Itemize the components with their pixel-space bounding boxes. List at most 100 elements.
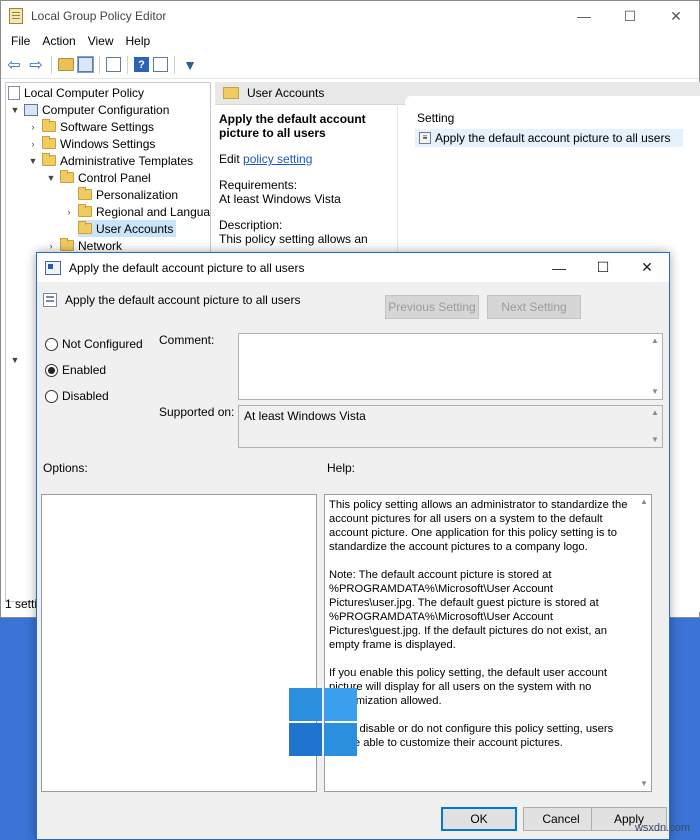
watermark: wsxdn.com [634, 822, 690, 834]
policy-dialog-icon [45, 260, 61, 275]
scroll-up-icon[interactable]: ▲ [648, 334, 662, 348]
dialog-maximize-button[interactable]: ☐ [581, 253, 625, 282]
filter-icon[interactable]: ▼ [181, 56, 199, 74]
requirements-block: Requirements: At least Windows Vista [219, 178, 341, 206]
status-bar-text: 1 setti [5, 597, 38, 611]
tree-item-regional-and-language[interactable]: › Regional and Languag [64, 203, 210, 220]
tree-item-user-accounts[interactable]: User Accounts [78, 220, 177, 237]
comment-label: Comment: [159, 333, 215, 347]
tree-item-control-panel[interactable]: ▼ Control Panel [46, 169, 151, 186]
windows-logo-icon [289, 688, 357, 756]
next-setting-button[interactable]: Next Setting [487, 295, 581, 319]
editor-titlebar: Local Group Policy Editor — ☐ ✕ [1, 1, 699, 31]
folder-icon [60, 170, 74, 183]
dialog-title: Apply the default account picture to all… [69, 260, 305, 275]
column-header-setting[interactable]: Setting [417, 111, 454, 125]
edit-policy-setting-link[interactable]: policy setting [243, 152, 312, 166]
scroll-down-icon[interactable]: ▼ [637, 777, 651, 791]
help-paragraph: If you disable or do not configure this … [329, 723, 614, 749]
tree-item-local-computer-policy[interactable]: Local Computer Policy [8, 84, 144, 101]
radio-circle[interactable] [45, 389, 58, 403]
help-panel: This policy setting allows an administra… [324, 494, 652, 792]
dialog-minimize-button[interactable]: — [537, 253, 581, 282]
folder-icon [60, 238, 74, 251]
folder-icon [78, 204, 92, 217]
menu-view[interactable]: View [82, 34, 120, 48]
chevron-right-icon[interactable]: › [28, 139, 38, 149]
supported-scrollbar[interactable]: ▲ ▼ [648, 406, 662, 447]
scroll-up-icon[interactable]: ▲ [637, 495, 651, 509]
radio-enabled[interactable]: Enabled [45, 363, 106, 377]
tree-item-user-configuration[interactable]: ▼ [10, 351, 24, 368]
extended-policy-title: Apply the default account picture to all… [219, 112, 366, 140]
chevron-down-icon[interactable]: ▼ [28, 156, 38, 166]
setting-row[interactable]: ≡ Apply the default account picture to a… [415, 129, 683, 147]
scroll-down-icon[interactable]: ▼ [648, 433, 662, 447]
ok-button[interactable]: OK [441, 807, 517, 831]
options-panel [41, 494, 317, 792]
show-hide-tree-icon[interactable] [77, 56, 94, 73]
menu-bar: File Action View Help [1, 31, 699, 51]
description-block: Description: This policy setting allows … [219, 218, 368, 246]
properties-icon[interactable] [153, 57, 168, 72]
chevron-right-icon[interactable]: › [28, 122, 38, 132]
policy-editor-app-icon [9, 8, 23, 24]
back-arrow-icon[interactable]: ⇦ [5, 56, 23, 74]
close-button[interactable]: ✕ [653, 1, 699, 31]
policy-setting-icon [43, 293, 57, 307]
maximize-button[interactable]: ☐ [607, 1, 653, 31]
chevron-down-icon[interactable]: ▼ [10, 105, 20, 115]
help-paragraph: This policy setting allows an administra… [329, 499, 628, 553]
help-paragraph: Note: The default account picture is sto… [329, 569, 607, 651]
menu-file[interactable]: File [5, 34, 36, 48]
computer-icon [24, 103, 38, 116]
folder-icon [78, 187, 92, 200]
tree-item-administrative-templates[interactable]: ▼ Administrative Templates [28, 152, 193, 169]
up-folder-icon[interactable] [58, 58, 74, 71]
radio-disabled[interactable]: Disabled [45, 389, 109, 403]
policy-document-icon [8, 85, 20, 100]
help-icon[interactable]: ? [134, 57, 149, 72]
chevron-right-icon[interactable]: › [46, 241, 56, 251]
tree-item-personalization[interactable]: Personalization [78, 186, 178, 203]
radio-not-configured[interactable]: Not Configured [45, 337, 143, 351]
folder-icon [42, 119, 56, 132]
tree-item-computer-configuration[interactable]: ▼ Computer Configuration [10, 101, 170, 118]
scroll-down-icon[interactable]: ▼ [648, 385, 662, 399]
help-label: Help: [327, 461, 356, 475]
dialog-subtitle: Apply the default account picture to all… [65, 293, 301, 307]
forward-arrow-icon[interactable]: ⇨ [27, 56, 45, 74]
dialog-close-button[interactable]: ✕ [625, 253, 669, 282]
radio-circle-selected[interactable] [45, 363, 58, 377]
policy-setting-icon: ≡ [419, 132, 431, 144]
folder-icon [223, 87, 239, 99]
help-scrollbar[interactable]: ▲ ▼ [637, 495, 651, 791]
help-paragraph: If you enable this policy setting, the d… [329, 667, 607, 707]
menu-help[interactable]: Help [120, 34, 157, 48]
edit-policy-line: Edit policy setting [219, 152, 313, 166]
extended-description-pane: Apply the default account picture to all… [215, 106, 403, 252]
minimize-button[interactable]: — [561, 1, 607, 31]
radio-circle[interactable] [45, 337, 58, 351]
chevron-down-icon[interactable]: ▼ [46, 173, 56, 183]
comment-scrollbar[interactable]: ▲ ▼ [648, 334, 662, 399]
tree-item-software-settings[interactable]: › Software Settings [28, 118, 154, 135]
tree-item-windows-settings[interactable]: › Windows Settings [28, 135, 155, 152]
options-label: Options: [43, 461, 88, 475]
scroll-up-icon[interactable]: ▲ [648, 406, 662, 420]
export-list-icon[interactable] [106, 57, 121, 72]
chevron-down-icon[interactable]: ▼ [10, 355, 20, 365]
chevron-right-icon[interactable]: › [64, 207, 74, 217]
comment-textarea[interactable]: ▲ ▼ [238, 333, 663, 400]
supported-on-label: Supported on: [159, 405, 235, 419]
previous-setting-button[interactable]: Previous Setting [385, 295, 479, 319]
folder-icon [78, 221, 92, 234]
supported-on-field: At least Windows Vista ▲ ▼ [238, 405, 663, 448]
toolbar: ⇦ ⇨ ? ▼ [1, 51, 699, 79]
folder-icon [42, 136, 56, 149]
menu-action[interactable]: Action [36, 34, 81, 48]
dialog-subtitle-row: Apply the default account picture to all… [43, 293, 300, 307]
dialog-titlebar: Apply the default account picture to all… [37, 253, 669, 282]
editor-title: Local Group Policy Editor [31, 9, 167, 23]
cancel-button[interactable]: Cancel [523, 807, 599, 831]
